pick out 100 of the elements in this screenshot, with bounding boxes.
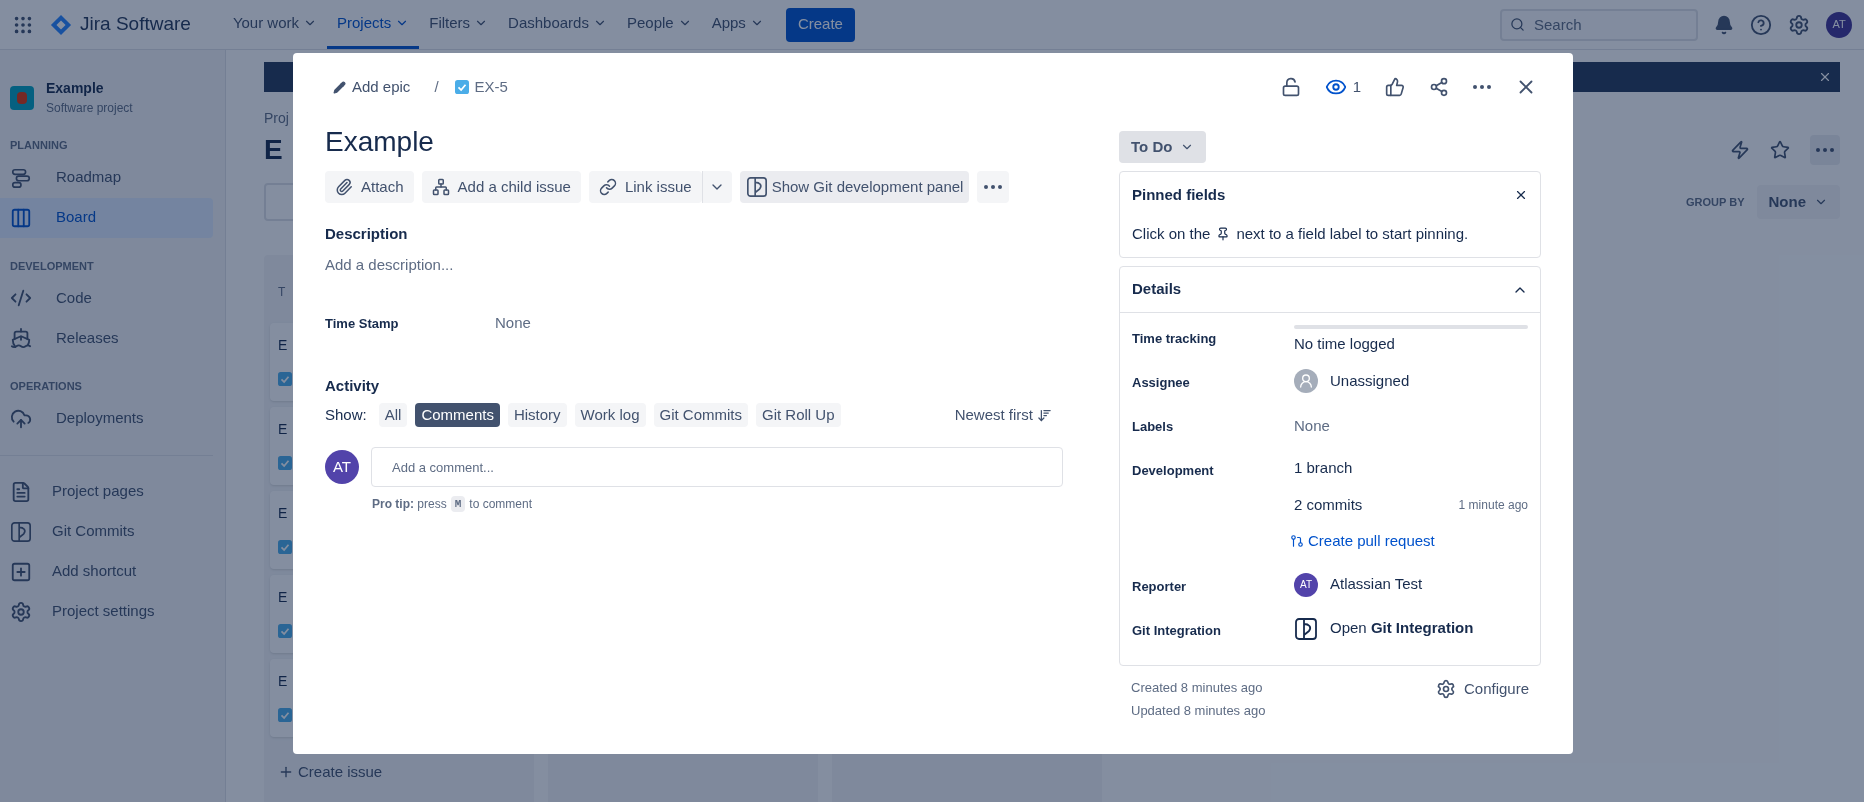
pin-icon xyxy=(1216,226,1231,241)
sidebar-link[interactable]: Project pages xyxy=(0,471,225,512)
lightning-icon[interactable] xyxy=(1730,140,1750,160)
sidebar-item[interactable]: Code xyxy=(0,278,213,318)
settings-icon[interactable] xyxy=(1788,13,1810,36)
section-heading: OPERATIONS xyxy=(9,379,83,394)
watch-button[interactable]: 1 xyxy=(1324,75,1361,99)
nav-menu[interactable]: Apps xyxy=(701,0,774,49)
configure-button[interactable]: Configure xyxy=(1435,677,1529,700)
task-icon xyxy=(454,80,469,94)
nav-menu[interactable]: Projects xyxy=(327,0,420,49)
nav-menu[interactable]: People xyxy=(616,0,702,49)
card-title: E xyxy=(278,588,288,607)
avatar-placeholder-icon xyxy=(1294,369,1318,393)
user-avatar[interactable]: AT xyxy=(1826,11,1852,38)
more-actions-button[interactable] xyxy=(977,171,1010,203)
paperclip-icon xyxy=(335,178,353,196)
group-by-dropdown[interactable]: None xyxy=(1756,185,1840,219)
breadcrumb-separator: / xyxy=(434,76,439,97)
product-name[interactable]: Jira Software xyxy=(80,10,191,39)
updated-text: Updated 8 minutes ago xyxy=(1131,702,1266,720)
sidebar-item[interactable]: Deployments xyxy=(0,398,213,439)
activity-filter[interactable]: History xyxy=(507,403,567,427)
sidebar-item[interactable]: Releases xyxy=(0,318,213,358)
settings-icon xyxy=(1435,678,1456,699)
thumbs-up-icon[interactable] xyxy=(1385,77,1405,97)
section-heading: PLANNING xyxy=(9,138,69,153)
description-field[interactable]: Add a description... xyxy=(325,253,1064,276)
detail-label: Assignee xyxy=(1132,374,1191,392)
detail-value[interactable]: None xyxy=(1294,413,1528,438)
sidebar-link[interactable]: Git Commits xyxy=(0,511,225,552)
action-button[interactable]: Add a child issue xyxy=(421,171,581,203)
card-title: E xyxy=(278,504,288,523)
share-icon[interactable] xyxy=(1429,77,1449,97)
help-icon[interactable] xyxy=(1750,13,1772,36)
hierarchy-icon xyxy=(431,178,450,196)
activity-filter[interactable]: Comments xyxy=(415,403,500,427)
branch-link[interactable]: 1 branch xyxy=(1294,457,1528,480)
settings-icon xyxy=(10,600,32,623)
pinned-hint-text: next to a field label to start pinning. xyxy=(1236,223,1469,244)
activity-filter[interactable]: Git Roll Up xyxy=(756,403,841,427)
detail-value[interactable]: No time logged xyxy=(1294,333,1528,356)
detail-label: Reporter xyxy=(1132,577,1188,596)
create-button[interactable]: Create xyxy=(785,7,855,42)
field-label: Time Stamp xyxy=(325,314,400,333)
git-panel-button[interactable]: Show Git development panel xyxy=(739,171,970,203)
code-icon xyxy=(10,287,32,309)
detail-value[interactable]: Atlassian Test xyxy=(1330,573,1423,596)
activity-filter[interactable]: Work log xyxy=(574,403,646,427)
detail-value[interactable]: Unassigned xyxy=(1330,369,1410,393)
created-text: Created 8 minutes ago xyxy=(1131,678,1264,697)
pro-tip-text: Pro tip: press xyxy=(372,496,447,513)
section-label: Activity xyxy=(325,375,381,396)
commits-link[interactable]: 2 commits xyxy=(1294,493,1363,516)
star-icon[interactable] xyxy=(1770,140,1790,160)
activity-filter[interactable]: Git Commits xyxy=(653,403,748,427)
more-icon xyxy=(1816,148,1834,152)
git-integration-icon xyxy=(1294,616,1318,641)
jira-logo-icon xyxy=(50,13,72,36)
show-label: Show: xyxy=(325,404,367,425)
nav-menu[interactable]: Your work xyxy=(222,0,328,49)
create-pull-request-link[interactable]: Create pull request xyxy=(1290,530,1528,553)
issue-title[interactable]: Example xyxy=(325,121,1064,163)
activity-filter[interactable]: All xyxy=(378,403,408,427)
create-issue-button[interactable]: Create issue xyxy=(270,761,528,784)
panel-title: Details xyxy=(1132,279,1182,300)
add-shortcut-icon xyxy=(10,560,32,583)
user-avatar: AT xyxy=(1294,572,1318,597)
field-value[interactable]: None xyxy=(495,312,531,335)
section-label: Description xyxy=(325,224,409,244)
sidebar-item[interactable]: Roadmap xyxy=(0,157,213,198)
status-dropdown[interactable]: To Do xyxy=(1119,131,1207,163)
sidebar-item[interactable]: Board xyxy=(0,197,213,238)
project-type: Software project xyxy=(46,100,133,117)
nav-menu[interactable]: Filters xyxy=(419,0,499,49)
sort-button[interactable]: Newest first xyxy=(954,403,1052,427)
pinned-hint-text: Click on the xyxy=(1132,223,1211,244)
action-button[interactable]: Attach xyxy=(325,171,414,203)
search-icon xyxy=(1510,16,1525,32)
pull-request-icon xyxy=(1290,534,1304,549)
user-avatar: AT xyxy=(325,450,359,484)
git-panel-icon xyxy=(745,176,768,198)
pencil-icon xyxy=(333,80,346,94)
pro-tip-text: to comment xyxy=(469,496,532,513)
more-button[interactable] xyxy=(1810,135,1840,165)
board-title: E xyxy=(264,133,283,167)
issue-key-link[interactable]: EX-5 xyxy=(454,75,508,99)
nav-menu[interactable]: Dashboards xyxy=(498,0,617,49)
action-button[interactable]: Link issue xyxy=(588,171,702,203)
detail-label: Development xyxy=(1132,462,1215,480)
notifications-icon[interactable] xyxy=(1714,14,1734,35)
add-epic-button[interactable]: Add epic xyxy=(325,75,419,99)
search-field[interactable]: Search xyxy=(1500,8,1698,41)
sidebar-link[interactable]: Add shortcut xyxy=(0,551,225,592)
card-title: E xyxy=(278,420,288,439)
keyboard-key: M xyxy=(450,495,466,513)
comment-field[interactable]: Add a comment... xyxy=(371,447,1063,487)
lock-icon[interactable] xyxy=(1280,77,1301,97)
detail-value[interactable]: Open Git Integration xyxy=(1330,617,1474,640)
sidebar-link[interactable]: Project settings xyxy=(0,591,225,632)
